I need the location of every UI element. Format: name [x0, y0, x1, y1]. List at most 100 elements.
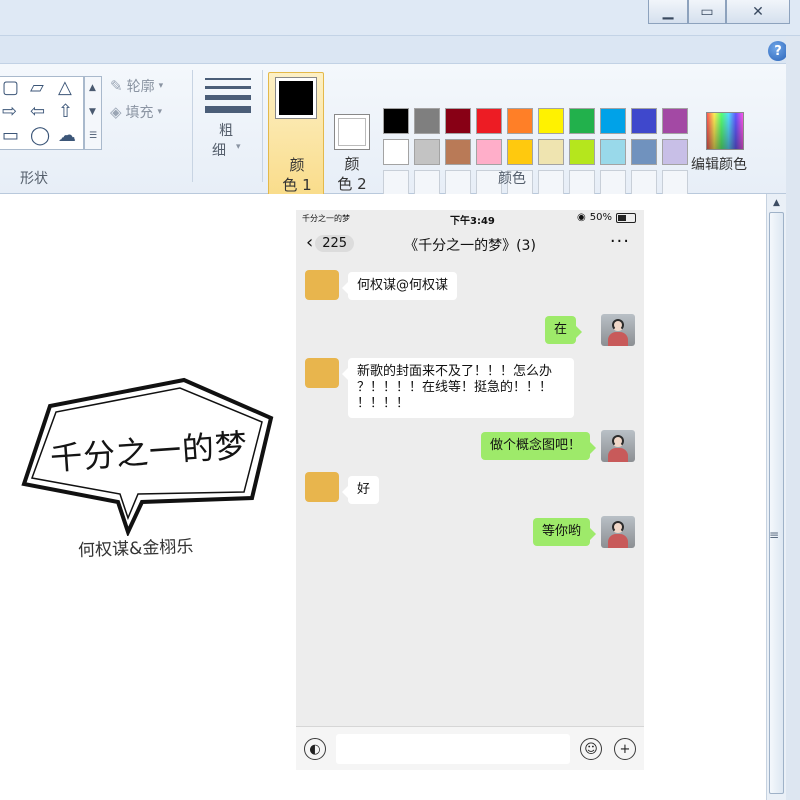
right-arrow-shape-icon[interactable]: ⇨ [2, 103, 17, 121]
avatar[interactable] [305, 472, 339, 502]
avatar[interactable] [601, 430, 635, 462]
size-button[interactable]: 粗 细 ▾ [200, 74, 256, 162]
palette-color-swatch[interactable] [569, 139, 595, 165]
avatar[interactable] [305, 270, 339, 300]
palette-color-swatch[interactable] [538, 108, 564, 134]
palette-empty-slot[interactable] [445, 170, 471, 196]
palette-color-swatch[interactable] [600, 108, 626, 134]
avatar[interactable] [601, 314, 635, 346]
voice-icon[interactable]: ◐ [304, 738, 326, 760]
palette-color-swatch[interactable] [507, 139, 533, 165]
message-bubble[interactable]: 等你哟 [532, 518, 597, 546]
help-button[interactable]: ? [768, 41, 788, 61]
color2-swatch [334, 114, 370, 150]
fill-button[interactable]: ◈ 填充 ▾ [110, 102, 162, 122]
palette-empty-slot[interactable] [569, 170, 595, 196]
polygon-shape-icon[interactable]: ▱ [30, 79, 44, 97]
palette-color-swatch[interactable] [476, 139, 502, 165]
help-icon: ? [774, 43, 782, 59]
shapes-scroll[interactable]: ▲ ▼ ☰ [84, 76, 102, 150]
palette-color-swatch[interactable] [383, 139, 409, 165]
edit-colors-swatch[interactable] [706, 112, 744, 150]
palette-empty-slot[interactable] [538, 170, 564, 196]
minimize-icon: ▁ [662, 3, 674, 20]
message-bubble[interactable]: 何权谋@何权谋 [341, 272, 458, 300]
palette-color-swatch[interactable] [662, 108, 688, 134]
color1-label-1: 颜 [289, 156, 305, 174]
palette-empty-slot[interactable] [600, 170, 626, 196]
palette-color-swatch[interactable] [445, 139, 471, 165]
shapes-group-label: 形状 [20, 171, 48, 187]
colors-group-label: 颜色 [498, 171, 526, 187]
oval-callout-shape-icon[interactable]: ◯ [30, 127, 50, 145]
message-input[interactable] [336, 734, 570, 764]
chevron-left-icon: ‹ [306, 232, 314, 253]
palette-color-swatch[interactable] [538, 139, 564, 165]
alarm-icon: ◉ [577, 212, 586, 223]
palette-color-swatch[interactable] [631, 108, 657, 134]
message-text: 好 [357, 482, 371, 497]
palette-color-swatch[interactable] [631, 139, 657, 165]
expand-icon[interactable]: ☰ [89, 131, 97, 141]
ribbon-separator [192, 70, 193, 182]
fill-bucket-icon: ◈ [110, 103, 122, 121]
outline-button[interactable]: ✎ 轮廓 ▾ [110, 76, 163, 96]
message-bubble[interactable]: 新歌的封面来不及了！！！怎么办 ？！！！！在线等！挺急的！！！ ！！！！ [342, 358, 574, 418]
color2-label-1: 颜 [344, 155, 360, 173]
plus-icon[interactable]: + [614, 738, 636, 760]
palette-empty-slot[interactable] [414, 170, 440, 196]
emoji-icon[interactable]: ☺ [580, 738, 602, 760]
triangle-shape-icon[interactable]: △ [58, 79, 72, 97]
scroll-thumb[interactable] [769, 212, 784, 794]
close-button[interactable]: ✕ [726, 0, 790, 24]
palette-empty-slot[interactable] [631, 170, 657, 196]
palette-color-swatch[interactable] [414, 139, 440, 165]
palette-color-swatch[interactable] [445, 108, 471, 134]
avatar[interactable] [601, 516, 635, 548]
back-button[interactable]: ‹ 225 [306, 232, 355, 253]
scroll-down-icon[interactable]: ▼ [89, 107, 96, 117]
outline-label: 轮廓 [126, 79, 155, 95]
scroll-up-icon[interactable]: ▲ [89, 83, 96, 93]
palette-color-swatch[interactable] [383, 108, 409, 134]
minimize-button[interactable]: ▁ [648, 0, 688, 24]
color1-button[interactable]: 颜 色 1 [268, 72, 324, 198]
palette-color-swatch[interactable] [476, 108, 502, 134]
message-bubble[interactable]: 在 [544, 316, 583, 344]
scroll-up-arrow-icon[interactable]: ▲ [767, 195, 786, 211]
message-text-line: ！！！！ [357, 396, 410, 411]
status-carrier: 千分之一的梦 [302, 214, 350, 223]
message-bubble[interactable]: 好 [341, 476, 380, 504]
chat-nav-bar: 《千分之一的梦》(3) ‹ 225 ··· [296, 228, 644, 262]
vertical-scrollbar[interactable]: ▲ ≡ [766, 194, 786, 800]
shapes-gallery[interactable]: ▢ ▱ △ ⇨ ⇦ ⇧ ▭ ◯ ☁ [0, 76, 84, 150]
close-icon: ✕ [752, 3, 764, 20]
message-text: 何权谋@何权谋 [357, 278, 449, 293]
maximize-button[interactable]: ▭ [688, 0, 726, 24]
color2-button[interactable]: 颜 色 2 [330, 72, 376, 198]
window-border [786, 36, 800, 800]
palette-color-swatch[interactable] [569, 108, 595, 134]
palette-color-swatch[interactable] [600, 139, 626, 165]
palette-color-swatch[interactable] [662, 139, 688, 165]
avatar[interactable] [305, 358, 339, 388]
palette-empty-slot[interactable] [383, 170, 409, 196]
left-arrow-shape-icon[interactable]: ⇦ [30, 103, 45, 121]
chat-screenshot[interactable]: 千分之一的梦 下午3:49 ◉ 50% 《千分之一的梦》(3) ‹ 225 ··… [296, 210, 644, 770]
up-arrow-shape-icon[interactable]: ⇧ [58, 103, 73, 121]
palette-color-swatch[interactable] [507, 108, 533, 134]
edit-colors-label[interactable]: 编辑颜色 [691, 154, 747, 174]
palette-color-swatch[interactable] [414, 108, 440, 134]
battery-icon [616, 212, 636, 223]
size-label-2: 细 [212, 143, 226, 159]
unread-count: 225 [315, 234, 355, 252]
color2-label-2: 色 2 [337, 175, 367, 193]
message-bubble[interactable]: 做个概念图吧！ [480, 432, 597, 460]
grip-icon: ≡ [769, 528, 780, 542]
more-button[interactable]: ··· [610, 231, 630, 252]
rect-callout-shape-icon[interactable]: ▭ [2, 127, 19, 145]
chevron-down-icon: ▾ [157, 107, 163, 117]
palette-empty-slot[interactable] [662, 170, 688, 196]
cloud-callout-shape-icon[interactable]: ☁ [58, 127, 76, 145]
rounded-rectangle-shape-icon[interactable]: ▢ [2, 79, 19, 97]
